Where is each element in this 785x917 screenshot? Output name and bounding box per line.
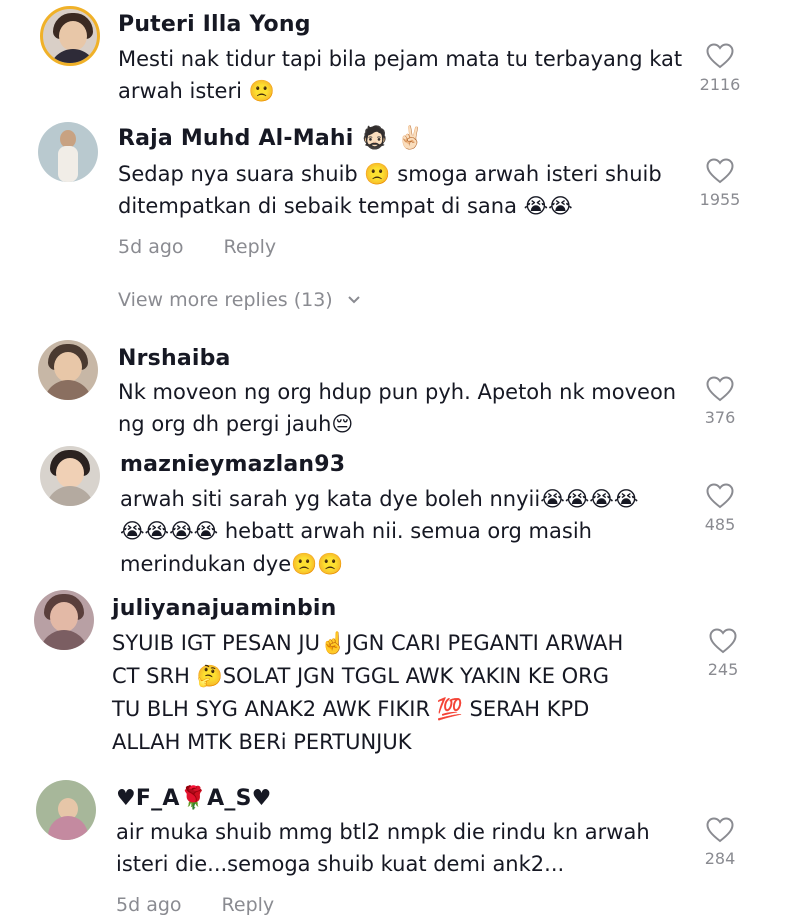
comment-timestamp: 5d ago bbox=[118, 236, 184, 258]
comment-text-line: air muka shuib mmg btl2 nmpk die rindu k… bbox=[116, 820, 650, 844]
comment-text-line: TU BLH SYG ANAK2 AWK FIKIR 💯 SERAH KPD bbox=[112, 697, 590, 721]
like-button[interactable]: 245 bbox=[688, 628, 758, 679]
comment-text-line: ALLAH MTK BERi PERTUNJUK bbox=[112, 730, 412, 754]
comment-text-line: 😭😭😭😭 hebatt arwah nii. semua org masih bbox=[120, 519, 592, 543]
like-button[interactable]: 485 bbox=[685, 483, 755, 534]
comment-text-line: Sedap nya suara shuib 🙁 smoga arwah iste… bbox=[118, 162, 662, 186]
comment-username[interactable]: maznieymazlan93 bbox=[120, 452, 345, 477]
comment-meta: 5d ago Reply bbox=[116, 894, 274, 916]
comment-text-line: isteri die...semoga shuib kuat demi ank2… bbox=[116, 852, 565, 876]
avatar[interactable] bbox=[38, 122, 98, 182]
like-count: 485 bbox=[704, 515, 736, 534]
comment-text-line: SYUIB IGT PESAN JU☝️JGN CARI PEGANTI ARW… bbox=[112, 631, 624, 655]
like-count: 376 bbox=[704, 408, 736, 427]
reply-button[interactable]: Reply bbox=[224, 236, 277, 258]
comment-text-line: arwah siti sarah yg kata dye boleh nnyii… bbox=[120, 487, 639, 511]
comment-username[interactable]: Puteri Illa Yong bbox=[118, 12, 311, 37]
avatar[interactable] bbox=[36, 780, 96, 840]
comment-text-line: merindukan dye🙁🙁 bbox=[120, 552, 344, 576]
like-button[interactable]: 1955 bbox=[685, 158, 755, 209]
comment-text-line: Nk moveon ng org hdup pun pyh. Apetoh nk… bbox=[118, 380, 677, 404]
avatar[interactable] bbox=[38, 340, 98, 400]
comment-meta: 5d ago Reply bbox=[118, 236, 276, 258]
heart-outline-icon bbox=[709, 628, 737, 654]
like-count: 1955 bbox=[699, 190, 741, 209]
comment-text-line: ng org dh pergi jauh😔 bbox=[118, 412, 354, 436]
chevron-down-icon bbox=[348, 296, 360, 304]
comment-username[interactable]: ♥F_A🌹A_S♥ bbox=[116, 786, 272, 811]
like-count: 2116 bbox=[699, 75, 741, 94]
heart-outline-icon bbox=[706, 376, 734, 402]
like-button[interactable]: 2116 bbox=[685, 43, 755, 94]
comment-username[interactable]: Nrshaiba bbox=[118, 346, 231, 371]
avatar[interactable] bbox=[40, 6, 100, 66]
heart-outline-icon bbox=[706, 158, 734, 184]
like-button[interactable]: 376 bbox=[685, 376, 755, 427]
comment-username[interactable]: Raja Muhd Al-Mahi 🧔🏻 ✌🏻 bbox=[118, 126, 424, 151]
heart-outline-icon bbox=[706, 817, 734, 843]
comment-text-line: arwah isteri 🙁 bbox=[118, 79, 275, 103]
like-count: 284 bbox=[704, 849, 736, 868]
comment-username[interactable]: juliyanajuaminbin bbox=[112, 596, 337, 621]
view-more-replies-button[interactable]: View more replies (13) bbox=[118, 289, 361, 311]
comment-text-line: ditempatkan di sebaik tempat di sana 😭😭 bbox=[118, 194, 573, 218]
like-count: 245 bbox=[707, 660, 739, 679]
heart-outline-icon bbox=[706, 483, 734, 509]
heart-outline-icon bbox=[706, 43, 734, 69]
reply-button[interactable]: Reply bbox=[222, 894, 275, 916]
view-more-replies-label: View more replies (13) bbox=[118, 289, 333, 311]
like-button[interactable]: 284 bbox=[685, 817, 755, 868]
avatar[interactable] bbox=[40, 446, 100, 506]
comment-text-line: CT SRH 🤔SOLAT JGN TGGL AWK YAKIN KE ORG bbox=[112, 664, 610, 688]
comment-timestamp: 5d ago bbox=[116, 894, 182, 916]
comment-text-line: Mesti nak tidur tapi bila pejam mata tu … bbox=[118, 47, 683, 71]
avatar[interactable] bbox=[34, 590, 94, 650]
